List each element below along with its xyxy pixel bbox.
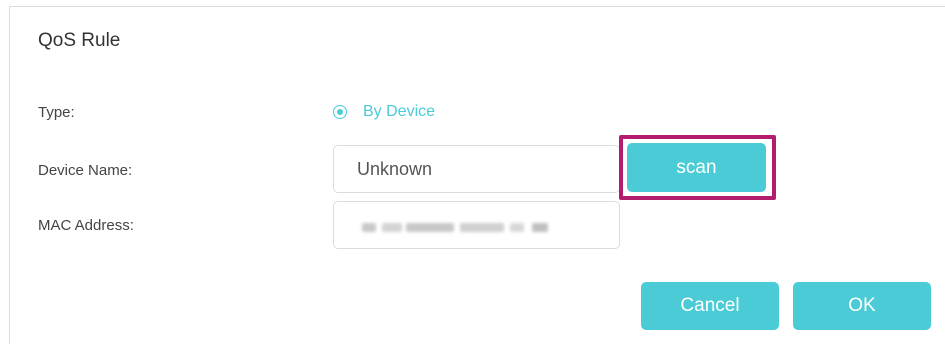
ok-button[interactable]: OK bbox=[793, 282, 931, 330]
obscured-mac-segment bbox=[362, 223, 376, 232]
obscured-mac-segment bbox=[406, 223, 454, 232]
mac-address-label: MAC Address: bbox=[38, 217, 134, 234]
type-label: Type: bbox=[38, 104, 75, 121]
device-name-label: Device Name: bbox=[38, 162, 133, 179]
obscured-mac-segment bbox=[460, 223, 504, 232]
by-device-radio-option[interactable]: By Device bbox=[333, 103, 435, 121]
radio-selected-icon[interactable] bbox=[333, 105, 347, 119]
obscured-mac-segment bbox=[382, 223, 402, 232]
mac-address-field[interactable] bbox=[333, 201, 620, 249]
scan-button[interactable]: scan bbox=[627, 143, 766, 192]
obscured-mac-segment bbox=[532, 223, 548, 232]
obscured-mac-segment bbox=[510, 223, 524, 232]
by-device-label[interactable]: By Device bbox=[363, 103, 435, 121]
radio-dot bbox=[337, 109, 343, 115]
dialog-title: QoS Rule bbox=[38, 30, 121, 51]
device-name-field[interactable]: Unknown bbox=[333, 145, 620, 193]
cancel-button[interactable]: Cancel bbox=[641, 282, 779, 330]
